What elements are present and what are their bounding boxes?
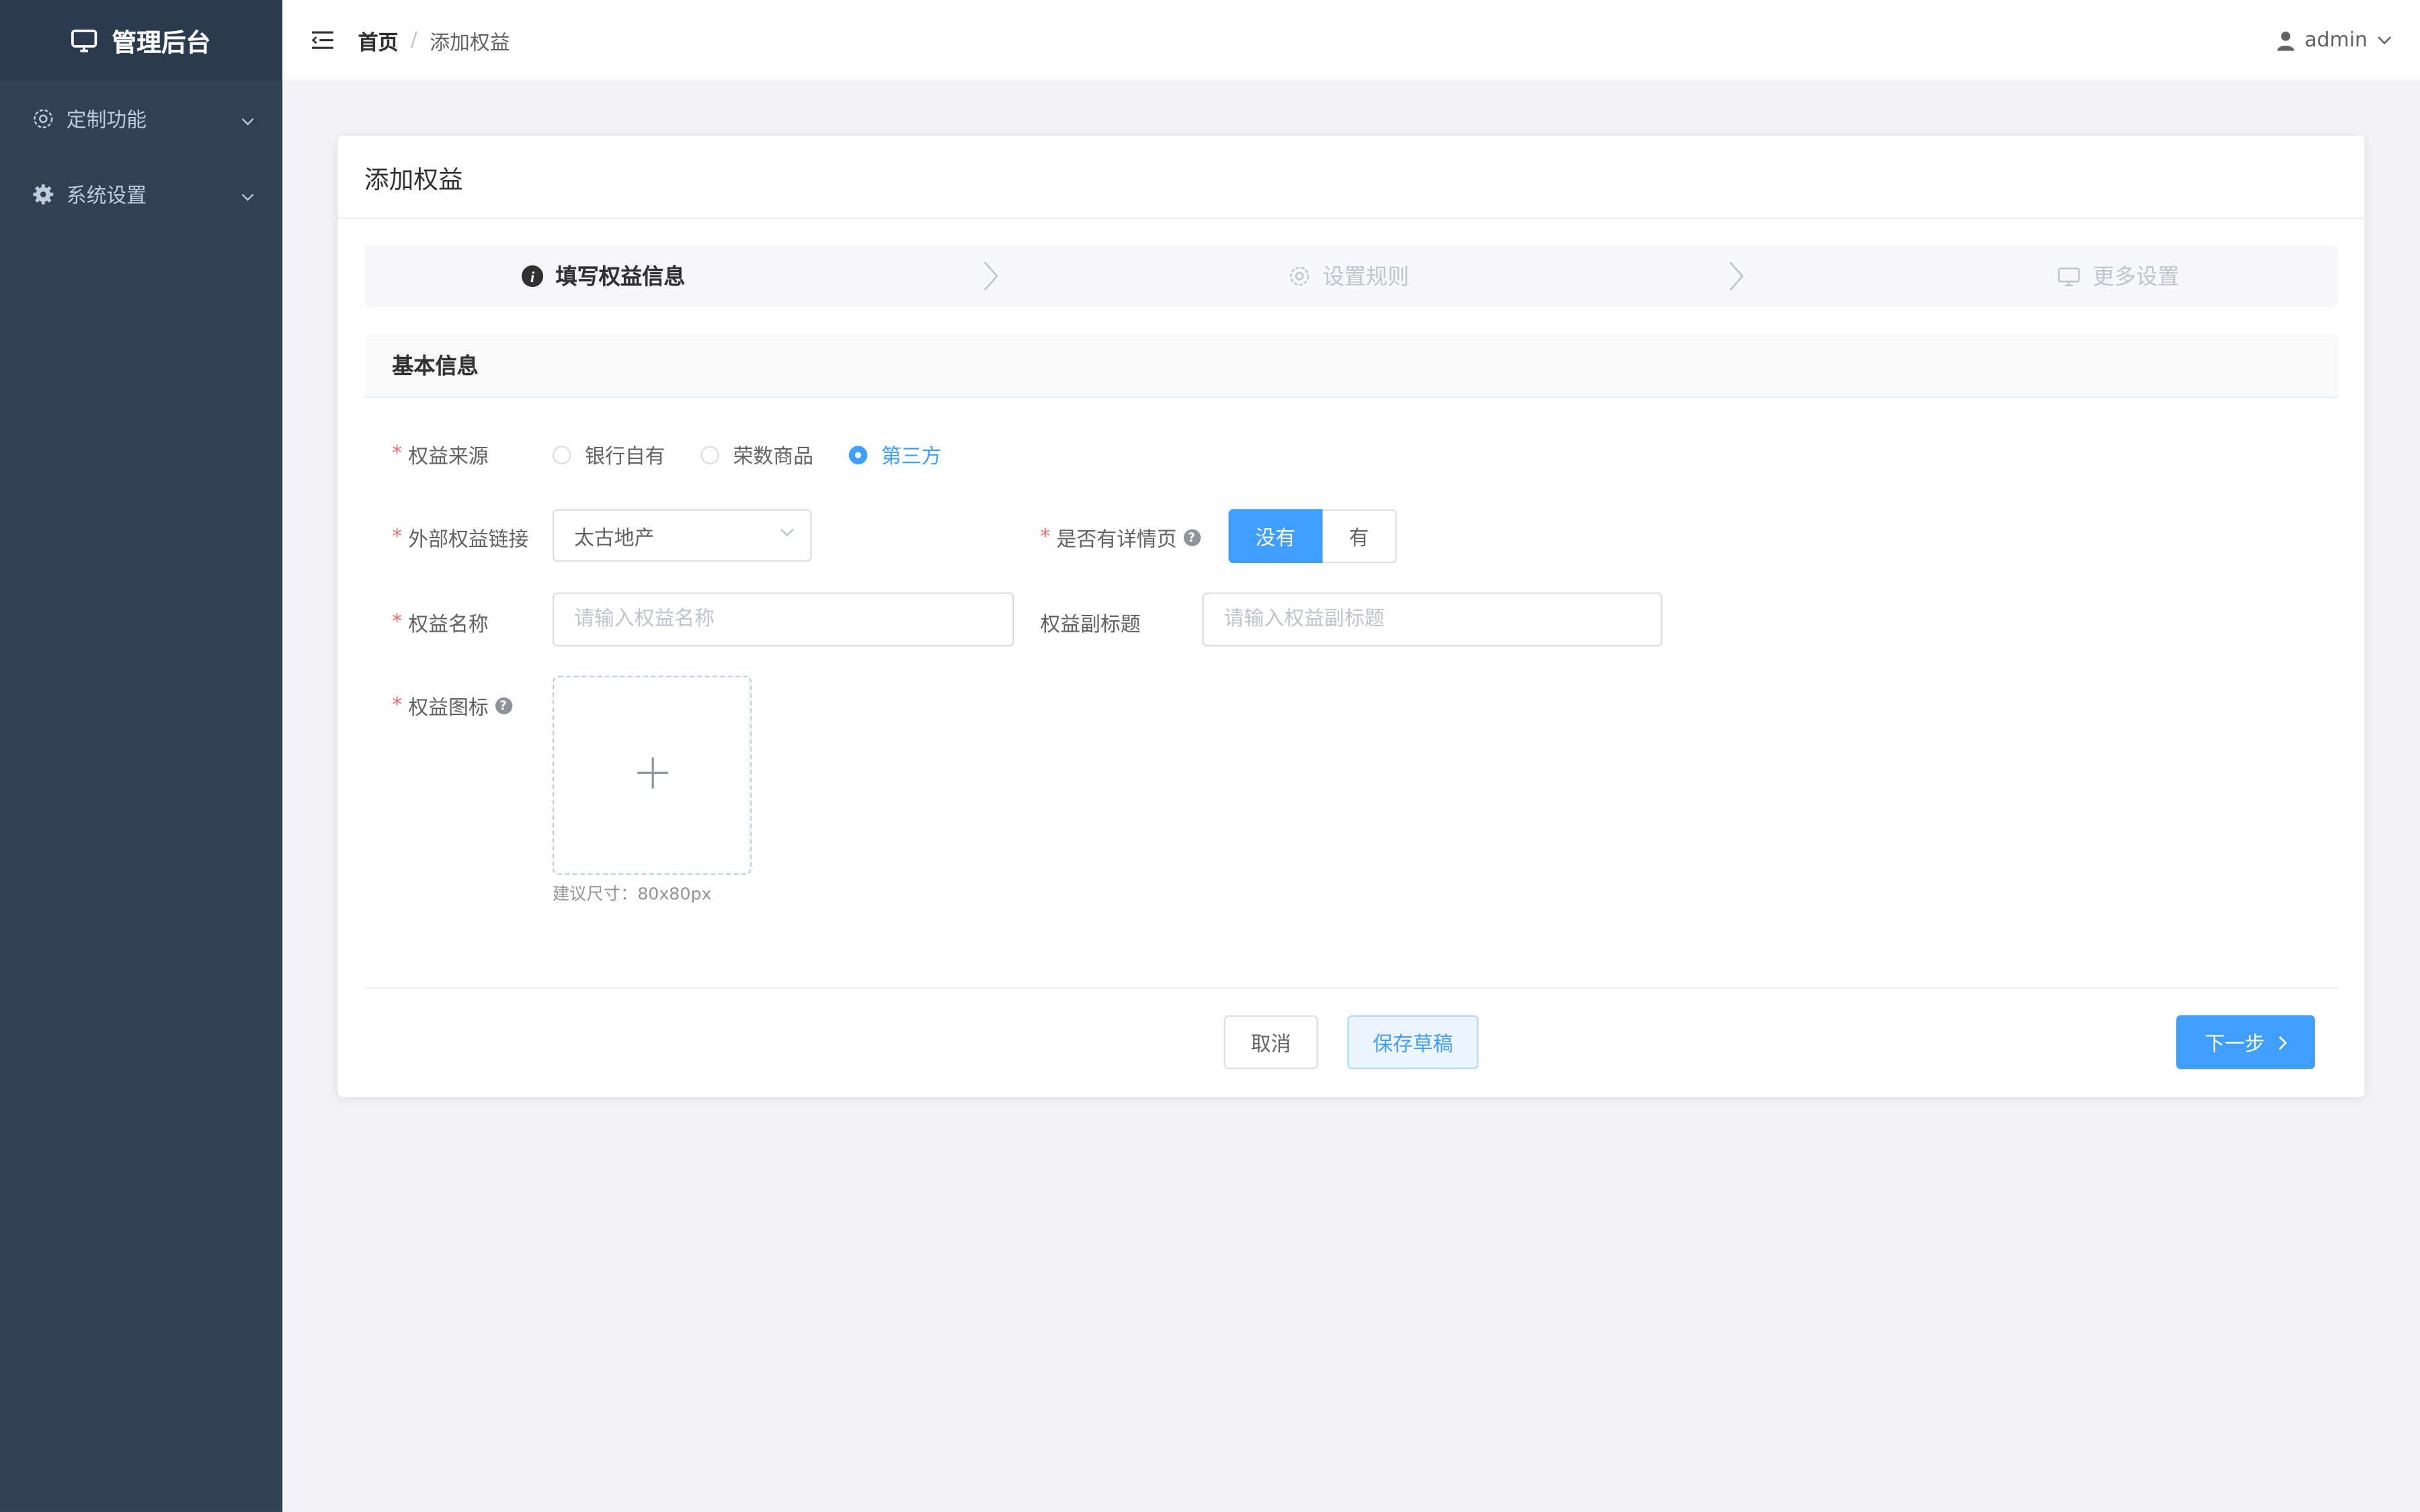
- benefit-name-input[interactable]: [552, 592, 1014, 646]
- brand: 管理后台: [0, 0, 283, 81]
- breadcrumb: 首页 / 添加权益: [358, 26, 510, 55]
- gear-icon: [1289, 265, 1310, 287]
- radio-label: 荣数商品: [733, 446, 813, 469]
- name-label-text: 权益名称: [408, 614, 489, 638]
- sidebar: 管理后台 定制功能 系统设置: [0, 0, 283, 1512]
- section-title: 基本信息: [392, 355, 479, 380]
- step-label: 设置规则: [1322, 265, 1410, 290]
- upload-size-hint: 建议尺寸：80x80px: [552, 884, 712, 905]
- steps-bar: i 填写权益信息 设置规则 更多设置: [364, 245, 2339, 307]
- next-step-button[interactable]: 下一步: [2176, 1015, 2315, 1070]
- radio-circle: [552, 445, 571, 464]
- save-draft-button[interactable]: 保存草稿: [1347, 1015, 1479, 1070]
- radio-circle: [848, 445, 868, 464]
- required-mark: *: [1040, 526, 1051, 550]
- gear-outline-icon: [32, 108, 54, 129]
- select-value: 太古地产: [574, 527, 655, 550]
- user-menu[interactable]: admin: [2277, 0, 2392, 80]
- sidebar-item-system-settings[interactable]: 系统设置: [0, 156, 282, 231]
- icon-label: * 权益图标 ?: [392, 691, 512, 721]
- required-mark: *: [392, 694, 403, 718]
- chevron-right-icon: [2277, 1034, 2287, 1050]
- icon-label-text: 权益图标: [408, 697, 489, 721]
- required-mark: *: [392, 526, 403, 550]
- chevron-down-icon: [241, 110, 255, 132]
- user-icon: [2277, 30, 2296, 50]
- external-link-label-text: 外部权益链接: [408, 529, 529, 552]
- user-name: admin: [2304, 28, 2368, 52]
- external-link-label: * 外部权益链接: [392, 523, 528, 552]
- chevron-right-icon: [981, 261, 1000, 298]
- icon-upload-box[interactable]: [552, 675, 752, 875]
- add-benefit-card: 添加权益 i 填写权益信息 设置规则 更多设置 基本信息 * 权益来源 银行自有…: [337, 136, 2365, 1097]
- step-more-settings: 更多设置: [2057, 245, 2179, 307]
- top-header: 首页 / 添加权益 admin: [282, 0, 2420, 81]
- has-detail-label: * 是否有详情页 ?: [1040, 523, 1201, 552]
- has-detail-yes-button[interactable]: 有: [1322, 509, 1397, 564]
- external-link-select[interactable]: 太古地产: [552, 509, 812, 562]
- step-label: 更多设置: [2093, 265, 2179, 290]
- info-icon: i: [522, 265, 544, 288]
- name-label: * 权益名称: [392, 608, 489, 638]
- benefit-subtitle-input[interactable]: [1202, 592, 1662, 646]
- radio-bank-own[interactable]: 银行自有: [552, 439, 666, 469]
- gear-solid-icon: [32, 183, 54, 204]
- monitor-icon: [2057, 266, 2080, 286]
- brand-title: 管理后台: [112, 28, 211, 57]
- section-basic-info: 基本信息: [364, 335, 2339, 398]
- footer-divider: [364, 987, 2339, 989]
- help-icon[interactable]: ?: [494, 697, 512, 715]
- required-mark: *: [392, 442, 403, 466]
- radio-circle: [700, 445, 719, 464]
- subtitle-label: 权益副标题: [1040, 614, 1141, 638]
- sidebar-item-label: 定制功能: [66, 110, 147, 133]
- help-icon[interactable]: ?: [1182, 529, 1201, 546]
- cancel-button[interactable]: 取消: [1223, 1015, 1318, 1070]
- card-title: 添加权益: [337, 136, 2365, 220]
- chevron-right-icon: [1727, 261, 1746, 298]
- sidebar-item-custom-features[interactable]: 定制功能: [0, 80, 282, 155]
- breadcrumb-home[interactable]: 首页: [358, 26, 399, 54]
- plus-icon: [635, 755, 670, 796]
- breadcrumb-current: 添加权益: [430, 32, 510, 55]
- hamburger-icon[interactable]: [311, 30, 333, 51]
- source-label-text: 权益来源: [408, 446, 489, 469]
- svg-text:i: i: [530, 269, 535, 286]
- chevron-down-icon: [241, 185, 255, 208]
- breadcrumb-separator: /: [410, 28, 417, 52]
- sidebar-item-label: 系统设置: [66, 185, 147, 208]
- chevron-down-icon: [2377, 36, 2392, 45]
- radio-rongshu-goods[interactable]: 荣数商品: [700, 439, 813, 469]
- source-label: * 权益来源: [392, 439, 489, 469]
- chevron-down-icon: [779, 528, 795, 537]
- has-detail-label-text: 是否有详情页: [1056, 529, 1177, 552]
- monitor-icon: [72, 28, 98, 52]
- required-mark: *: [392, 611, 403, 634]
- next-step-label: 下一步: [2204, 1034, 2265, 1057]
- radio-third-party[interactable]: 第三方: [848, 439, 942, 469]
- step-set-rules: 设置规则: [1289, 245, 1409, 307]
- radio-label: 银行自有: [585, 446, 666, 469]
- radio-label: 第三方: [881, 446, 942, 469]
- step-label: 填写权益信息: [555, 265, 686, 290]
- step-fill-info: i 填写权益信息: [522, 245, 685, 307]
- has-detail-no-button[interactable]: 没有: [1228, 509, 1323, 564]
